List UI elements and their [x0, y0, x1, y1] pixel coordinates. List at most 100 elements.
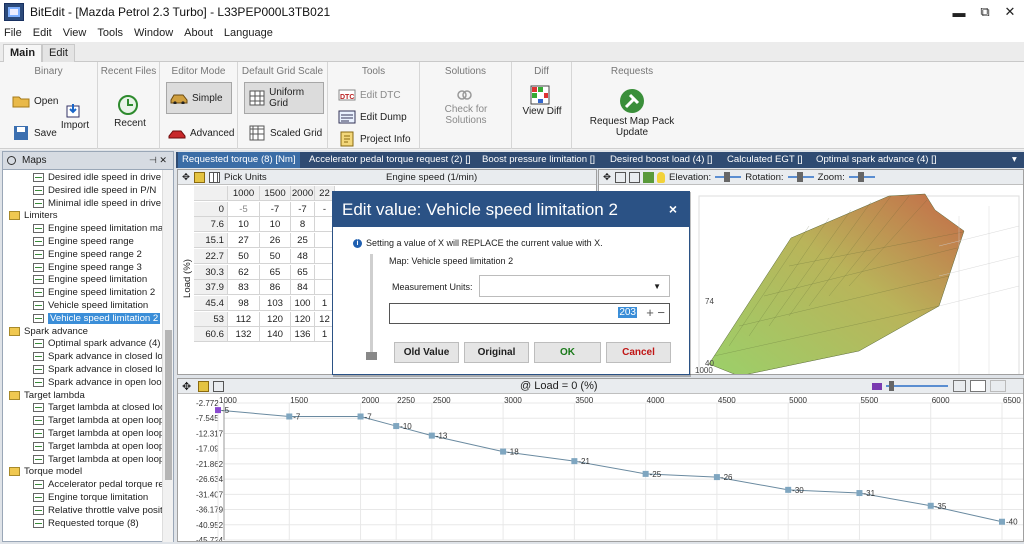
menu-language[interactable]: Language: [224, 27, 273, 39]
point-mode-icon[interactable]: [990, 380, 1006, 392]
move-icon[interactable]: ✥: [182, 172, 190, 183]
data-point[interactable]: [393, 423, 400, 430]
rotation-slider[interactable]: [787, 172, 814, 182]
grid-cell[interactable]: 83: [228, 280, 260, 296]
maps-scrollbar[interactable]: [162, 170, 173, 542]
menu-edit[interactable]: Edit: [33, 27, 52, 39]
project-info-button[interactable]: Project Info: [338, 130, 411, 148]
tree-map-item[interactable]: Requested torque (8): [33, 517, 139, 530]
menu-file[interactable]: File: [4, 27, 22, 39]
menu-window[interactable]: Window: [134, 27, 173, 39]
series-color-icon[interactable]: [872, 383, 882, 390]
tree-map-item[interactable]: Accelerator pedal torque requ: [33, 478, 163, 491]
line-mode-icon[interactable]: [970, 380, 986, 392]
scaled-grid-button[interactable]: Scaled Grid: [248, 124, 322, 142]
data-point[interactable]: [999, 518, 1005, 525]
grid-row-header[interactable]: 15.1: [194, 233, 228, 249]
save-button[interactable]: Save: [12, 124, 57, 142]
grid-row-header[interactable]: 30.3: [194, 264, 228, 280]
panel-pin-icon[interactable]: ⊣ ✕: [149, 155, 167, 166]
import-button[interactable]: Import: [58, 102, 92, 131]
light-bulb-icon[interactable]: [657, 171, 666, 183]
data-point[interactable]: [642, 470, 649, 477]
grid-cell[interactable]: 136: [291, 327, 315, 343]
tree-folder[interactable]: Spark advance: [9, 325, 88, 338]
tree-map-item[interactable]: Target lambda at open loop 1: [33, 414, 163, 427]
menu-tools[interactable]: Tools: [97, 27, 123, 39]
tree-map-item[interactable]: Vehicle speed limitation: [33, 299, 148, 312]
grid-cell[interactable]: 50: [228, 248, 260, 264]
grid-3d-icon[interactable]: [615, 171, 627, 183]
plus-minus-icon[interactable]: + −: [646, 305, 665, 320]
tree-map-item[interactable]: Desired idle speed in drive: [33, 171, 161, 184]
check-solutions-button[interactable]: Check for Solutions: [424, 86, 508, 126]
data-point[interactable]: [286, 413, 293, 420]
tree-map-item[interactable]: Vehicle speed limitation 2: [33, 312, 161, 325]
doc-tab-accelerator-pedal[interactable]: Accelerator pedal torque request (2) []: [305, 152, 475, 168]
data-point[interactable]: [500, 448, 507, 455]
grid-cell[interactable]: 10: [260, 217, 291, 233]
data-point[interactable]: [713, 474, 720, 481]
tree-map-item[interactable]: Engine speed range 2: [33, 248, 142, 261]
grid-row-header[interactable]: 37.9: [194, 280, 228, 296]
value-slider-thumb[interactable]: [366, 352, 377, 360]
grid-cell[interactable]: 65: [291, 264, 315, 280]
doc-tab-optimal-spark[interactable]: Optimal spark advance (4) []: [812, 152, 941, 168]
tree-map-item[interactable]: Spark advance in open loop m: [33, 376, 163, 389]
grid-view-icon[interactable]: [209, 171, 221, 183]
tree-map-item[interactable]: Optimal spark advance (4): [33, 337, 161, 350]
tab-main[interactable]: Main: [3, 44, 43, 63]
color-2d-icon[interactable]: [198, 381, 209, 392]
view-diff-button[interactable]: View Diff: [520, 84, 564, 117]
axes-3d-icon[interactable]: [629, 171, 641, 183]
data-point[interactable]: [571, 458, 578, 465]
tree-map-item[interactable]: Engine torque limitation: [33, 491, 148, 504]
data-point[interactable]: [215, 407, 221, 414]
maps-scroll-thumb[interactable]: [165, 330, 172, 480]
grid-cell[interactable]: 120: [291, 311, 315, 327]
tree-map-item[interactable]: Relative throttle valve positior: [33, 504, 163, 517]
tree-map-item[interactable]: Minimal idle speed in drive: [33, 197, 161, 210]
grid-cell[interactable]: 65: [260, 264, 291, 280]
tree-map-item[interactable]: Engine speed limitation main: [33, 222, 163, 235]
grid-cell[interactable]: 26: [260, 233, 291, 249]
tab-edit[interactable]: Edit: [42, 44, 75, 62]
grid-cell[interactable]: 112: [228, 311, 260, 327]
tree-map-item[interactable]: Target lambda at closed loop: [33, 401, 163, 414]
graph-slider-thumb[interactable]: [889, 381, 894, 391]
grid-row-header[interactable]: 22.7: [194, 248, 228, 264]
edit-dump-button[interactable]: Edit Dump: [338, 108, 407, 126]
tree-folder[interactable]: Limiters: [9, 209, 58, 222]
grid-cell[interactable]: 10: [228, 217, 260, 233]
grid-cell[interactable]: 8: [291, 217, 315, 233]
grid-row-header[interactable]: 7.6: [194, 217, 228, 233]
tree-map-item[interactable]: Target lambda at open loop 4: [33, 453, 163, 466]
grid-toggle-icon[interactable]: [953, 380, 966, 392]
grid-cell[interactable]: 27: [228, 233, 260, 249]
dialog-close-button[interactable]: ×: [669, 201, 677, 217]
request-map-pack-button[interactable]: Request Map Pack Update: [576, 86, 688, 138]
tree-map-item[interactable]: Target lambda at open loop 3: [33, 440, 163, 453]
doc-tab-requested-torque[interactable]: Requested torque (8) [Nm]: [178, 152, 300, 168]
grid-cell[interactable]: -5: [228, 201, 260, 217]
grid-cell[interactable]: 98: [228, 295, 260, 311]
surface-color-icon[interactable]: [643, 171, 655, 183]
data-point[interactable]: [785, 486, 792, 493]
grid-cell[interactable]: -7: [260, 201, 291, 217]
grid-cell[interactable]: 25: [291, 233, 315, 249]
move-3d-icon[interactable]: ✥: [603, 172, 611, 183]
line-chart[interactable]: -2.772 -7.545 -12.317 -17.09 -21.862 -26.634 -…: [178, 395, 1023, 542]
recent-button[interactable]: Recent: [110, 92, 150, 129]
grid-cell[interactable]: 84: [291, 280, 315, 296]
grid-cell[interactable]: 50: [260, 248, 291, 264]
grid-cell[interactable]: -7: [291, 201, 315, 217]
tree-map-item[interactable]: Spark advance in closed loop: [33, 363, 163, 376]
grid-2d-icon[interactable]: [213, 381, 224, 392]
doc-tabs-menu[interactable]: ▾: [1008, 152, 1021, 168]
value-input[interactable]: 203 + −: [389, 303, 670, 324]
grid-cell[interactable]: 86: [260, 280, 291, 296]
simple-mode-button[interactable]: Simple: [166, 82, 232, 114]
tree-map-item[interactable]: Spark advance in closed loop: [33, 350, 163, 363]
original-button[interactable]: Original: [464, 342, 529, 363]
tree-map-item[interactable]: Desired idle speed in P/N: [33, 184, 156, 197]
